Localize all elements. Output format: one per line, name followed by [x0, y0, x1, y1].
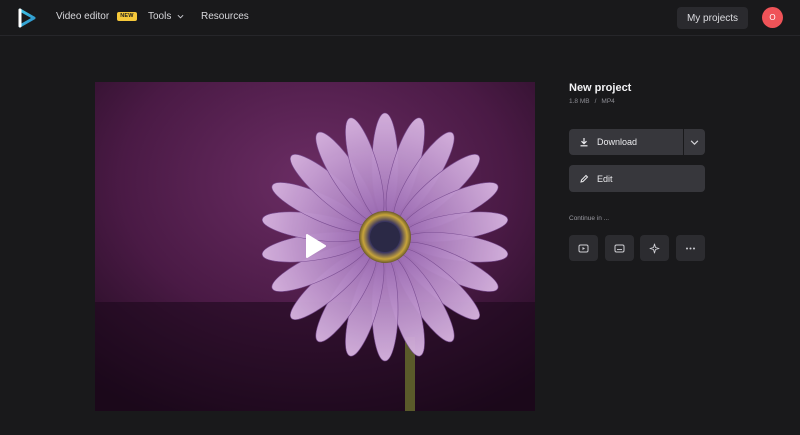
file-format: MP4 — [601, 98, 615, 105]
download-label: Download — [597, 137, 638, 147]
more-icon — [686, 247, 695, 249]
avatar[interactable]: O — [762, 7, 783, 28]
chevron-down-icon — [177, 14, 184, 19]
app-logo-icon[interactable] — [17, 8, 37, 28]
top-bar: Video editor NEW Tools Resources My proj… — [0, 0, 800, 36]
edit-button[interactable]: Edit — [569, 165, 705, 192]
nav-resources[interactable]: Resources — [201, 11, 249, 22]
nav-video-editor[interactable]: Video editor NEW — [56, 11, 137, 22]
continue-more-button[interactable] — [676, 235, 705, 261]
continue-ai-tools-button[interactable] — [640, 235, 669, 261]
file-size: 1.8 MB — [569, 98, 590, 105]
download-button[interactable]: Download — [569, 129, 683, 155]
new-badge: NEW — [117, 12, 137, 21]
video-player-icon — [578, 244, 589, 252]
video-preview[interactable] — [95, 82, 535, 411]
continue-in-label: Continue in ... — [569, 215, 610, 222]
continue-subtitles-button[interactable] — [605, 235, 634, 261]
project-title: New project — [569, 82, 632, 94]
download-icon — [580, 138, 588, 147]
download-options-button[interactable] — [684, 129, 705, 155]
subtitles-icon — [614, 244, 625, 252]
edit-label: Edit — [597, 173, 613, 184]
chevron-down-icon — [690, 139, 699, 145]
nav-tools-label: Tools — [148, 11, 172, 22]
play-icon[interactable] — [299, 231, 329, 261]
nav-video-editor-label: Video editor — [56, 11, 110, 22]
nav-resources-label: Resources — [201, 11, 249, 22]
project-meta: 1.8 MB / MP4 — [569, 98, 615, 105]
meta-separator: / — [594, 98, 597, 105]
pencil-icon — [580, 174, 589, 183]
continue-video-player-button[interactable] — [569, 235, 598, 261]
my-projects-button[interactable]: My projects — [677, 7, 748, 29]
sparkle-icon — [649, 243, 660, 253]
nav-tools[interactable]: Tools — [148, 11, 184, 22]
